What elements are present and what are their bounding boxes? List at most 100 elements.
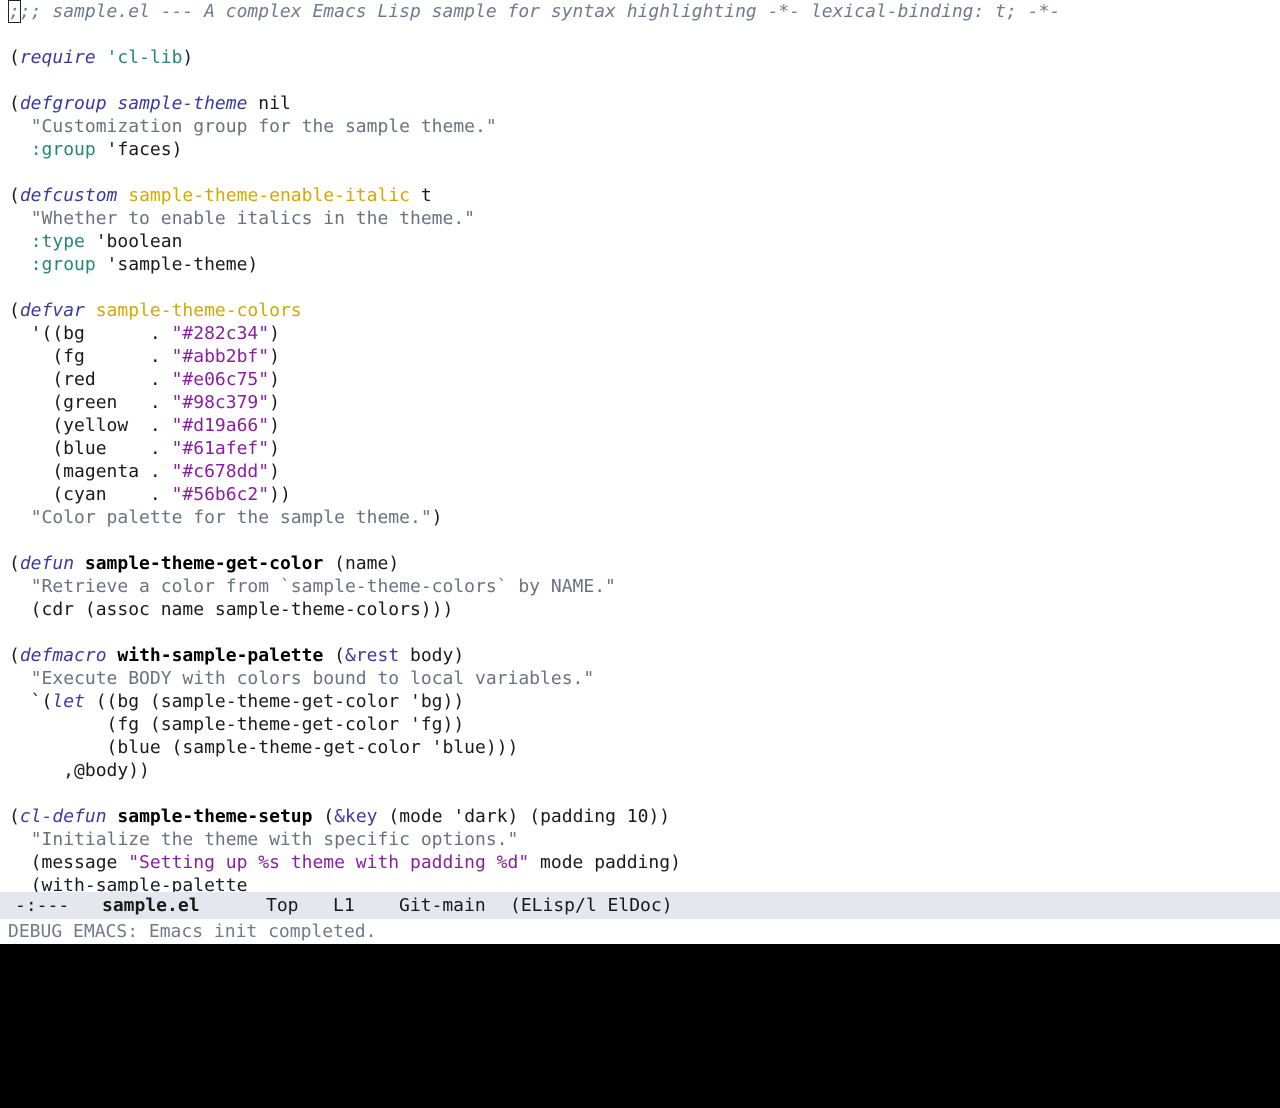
code-line[interactable]: "Whether to enable italics in the theme.… — [9, 207, 475, 230]
code-token: ) — [269, 346, 280, 367]
code-line[interactable]: (defmacro with-sample-palette (&rest bod… — [9, 644, 464, 667]
code-token: (blue (sample-theme-get-color 'blue))) — [9, 737, 519, 758]
code-token: cl-defun — [19, 806, 107, 827]
modeline-major-mode[interactable]: (ELisp/l ElDoc) — [510, 892, 673, 919]
code-token: "Color palette for the sample theme." — [30, 507, 432, 528]
code-line[interactable]: ,@body)) — [9, 759, 150, 782]
code-token: let — [52, 691, 85, 712]
code-line[interactable]: :group 'sample-theme) — [9, 253, 259, 276]
modeline-buffer-name[interactable]: sample.el — [102, 892, 200, 919]
code-token: ) — [269, 438, 280, 459]
code-token: "#c678dd" — [171, 461, 270, 482]
code-token: (red . — [9, 369, 172, 390]
code-line[interactable]: :type 'boolean — [9, 230, 183, 253]
code-line[interactable]: (defcustom sample-theme-enable-italic t — [9, 184, 432, 207]
code-token: sample-theme-setup — [117, 806, 313, 827]
code-token: sample-theme-get-color — [84, 553, 324, 574]
code-token: ( — [9, 47, 20, 68]
minibuffer[interactable]: DEBUG EMACS: Emacs init completed. — [0, 919, 1280, 944]
code-line[interactable]: (blue . "#61afef") — [9, 437, 280, 460]
mode-line[interactable]: -:--- sample.el Top L1 Git-main (ELisp/l… — [0, 892, 1280, 919]
code-token: ) — [182, 47, 194, 68]
code-line[interactable]: (cl-defun sample-theme-setup (&key (mode… — [9, 805, 670, 828]
code-line[interactable]: (yellow . "#d19a66") — [9, 414, 280, 437]
code-line[interactable]: (defgroup sample-theme nil — [9, 92, 291, 115]
code-line[interactable]: (cyan . "#56b6c2")) — [9, 483, 291, 506]
code-token: ) — [431, 507, 443, 528]
code-token: 'boolean — [84, 231, 183, 252]
code-token: (name) — [323, 553, 400, 574]
code-token: (cdr (assoc name sample-theme-colors))) — [9, 599, 454, 620]
code-token: body) — [399, 645, 465, 666]
code-token: :group — [30, 139, 96, 160]
text-cursor: ; — [8, 0, 21, 23]
code-token: ( — [9, 185, 20, 206]
code-line[interactable]: (green . "#98c379") — [9, 391, 280, 414]
code-token: sample-theme-enable-italic — [128, 185, 410, 206]
code-token: (yellow . — [9, 415, 172, 436]
code-line[interactable]: (message "Setting up %s theme with paddi… — [9, 851, 681, 874]
code-token: &rest — [344, 645, 400, 666]
code-token: ( — [9, 806, 20, 827]
code-line[interactable]: "Customization group for the sample them… — [9, 115, 497, 138]
code-line[interactable]: "Execute BODY with colors bound to local… — [9, 667, 595, 690]
code-line[interactable]: '((bg . "#282c34") — [9, 322, 280, 345]
code-token: "Initialize the theme with specific opti… — [30, 829, 519, 850]
code-line[interactable]: (fg . "#abb2bf") — [9, 345, 280, 368]
code-token: (with-sample-palette — [9, 875, 248, 892]
minibuffer-message: DEBUG EMACS: Emacs init completed. — [8, 921, 377, 942]
code-line[interactable]: (red . "#e06c75") — [9, 368, 280, 391]
code-token: ) — [269, 415, 280, 436]
code-line[interactable]: ;;; sample.el --- A complex Emacs Lisp s… — [8, 0, 1060, 23]
code-line[interactable]: (defun sample-theme-get-color (name) — [9, 552, 399, 575]
code-line[interactable]: (cdr (assoc name sample-theme-colors))) — [9, 598, 454, 621]
code-token: ((bg (sample-theme-get-color 'bg)) — [84, 691, 465, 712]
code-token: ) — [269, 392, 280, 413]
code-token: "Setting up %s theme with padding %d" — [128, 852, 530, 873]
code-token: "#d19a66" — [171, 415, 270, 436]
code-line[interactable]: (with-sample-palette — [9, 874, 248, 892]
code-token: "#abb2bf" — [171, 346, 270, 367]
code-line[interactable]: "Initialize the theme with specific opti… — [9, 828, 519, 851]
code-line[interactable]: "Retrieve a color from `sample-theme-col… — [9, 575, 616, 598]
emacs-frame: ;;; sample.el --- A complex Emacs Lisp s… — [0, 0, 1280, 944]
code-line[interactable]: "Color palette for the sample theme.") — [9, 506, 443, 529]
code-token: ) — [269, 461, 280, 482]
code-token: )) — [269, 484, 291, 505]
modeline-position: Top — [266, 895, 299, 916]
code-token: "#98c379" — [171, 392, 270, 413]
code-line[interactable]: (blue (sample-theme-get-color 'blue))) — [9, 736, 519, 759]
code-token: defcustom — [19, 185, 118, 206]
code-token: ) — [269, 369, 280, 390]
editor-buffer[interactable]: ;;; sample.el --- A complex Emacs Lisp s… — [0, 0, 1280, 892]
code-token: mode padding) — [529, 852, 681, 873]
code-token: (blue . — [9, 438, 172, 459]
code-line[interactable]: :group 'faces) — [9, 138, 183, 161]
code-token: `( — [9, 691, 53, 712]
code-token: &key — [334, 806, 378, 827]
code-token: with-sample-palette — [117, 645, 324, 666]
code-token: (fg (sample-theme-get-color 'fg)) — [9, 714, 465, 735]
code-token: require — [19, 47, 96, 68]
code-line[interactable]: (require 'cl-lib) — [9, 46, 193, 69]
code-line[interactable]: (defvar sample-theme-colors — [9, 299, 302, 322]
code-line[interactable]: (magenta . "#c678dd") — [9, 460, 280, 483]
modeline-vc-branch[interactable]: Git-main — [399, 892, 486, 919]
code-token: defun — [19, 553, 75, 574]
code-token: (message — [9, 852, 129, 873]
code-line[interactable]: `(let ((bg (sample-theme-get-color 'bg)) — [9, 690, 465, 713]
code-token: :group — [30, 254, 96, 275]
code-line[interactable]: (fg (sample-theme-get-color 'fg)) — [9, 713, 465, 736]
code-token: ( — [323, 645, 345, 666]
code-token: defgroup — [19, 93, 107, 114]
